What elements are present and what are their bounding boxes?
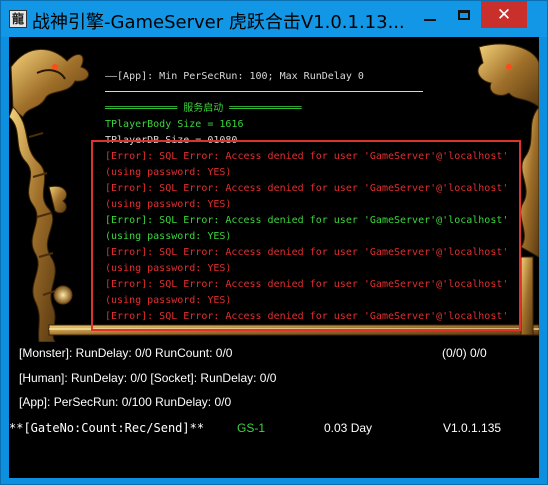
app-icon[interactable]: 龍 (9, 10, 27, 28)
player-body-size: TPlayerBody Size = 1616 (105, 119, 244, 130)
status-panel: [Monster]: RunDelay: 0/0 RunCount: 0/0 (… (9, 342, 539, 478)
close-icon: ✕ (496, 4, 512, 25)
close-button[interactable]: ✕ (481, 1, 527, 28)
version: V1.0.1.135 (443, 421, 502, 435)
monster-stats: [Monster]: RunDelay: 0/0 RunCount: 0/0 (19, 346, 233, 360)
minimize-button[interactable] (413, 1, 447, 28)
uptime: 0.03 Day (324, 421, 373, 435)
window-title: 战神引擎-GameServer 虎跃合击V1.0.1.13... (32, 12, 405, 33)
app-stats: [App]: PerSecRun: 0/100 RunDelay: 0/0 (19, 395, 232, 409)
log-header: ——[App]: Min PerSecRun: 100; Max RunDela… (105, 71, 364, 82)
maximize-icon (458, 9, 470, 20)
monster-stats-right: (0/0) 0/0 (442, 346, 487, 360)
error-highlight-box (91, 140, 521, 331)
server-panel: ——[App]: Min PerSecRun: 100; Max RunDela… (9, 37, 539, 478)
gate-header: **[GateNo:Count:Rec/Send]** (9, 421, 205, 435)
app-icon-glyph: 龍 (11, 12, 24, 26)
server-name: GS-1 (237, 421, 266, 435)
title-bar[interactable]: 龍 战神引擎-GameServer 虎跃合击V1.0.1.13... ✕ (1, 1, 547, 37)
human-stats: [Human]: RunDelay: 0/0 [Socket]: RunDela… (19, 371, 277, 385)
window: 龍 战神引擎-GameServer 虎跃合击V1.0.1.13... ✕ ——[… (0, 0, 548, 485)
minimize-icon (424, 18, 436, 21)
startup-banner: ════════════ 服务启动 ════════════ (105, 103, 302, 114)
maximize-button[interactable] (447, 1, 481, 28)
log-spacer (105, 85, 525, 101)
